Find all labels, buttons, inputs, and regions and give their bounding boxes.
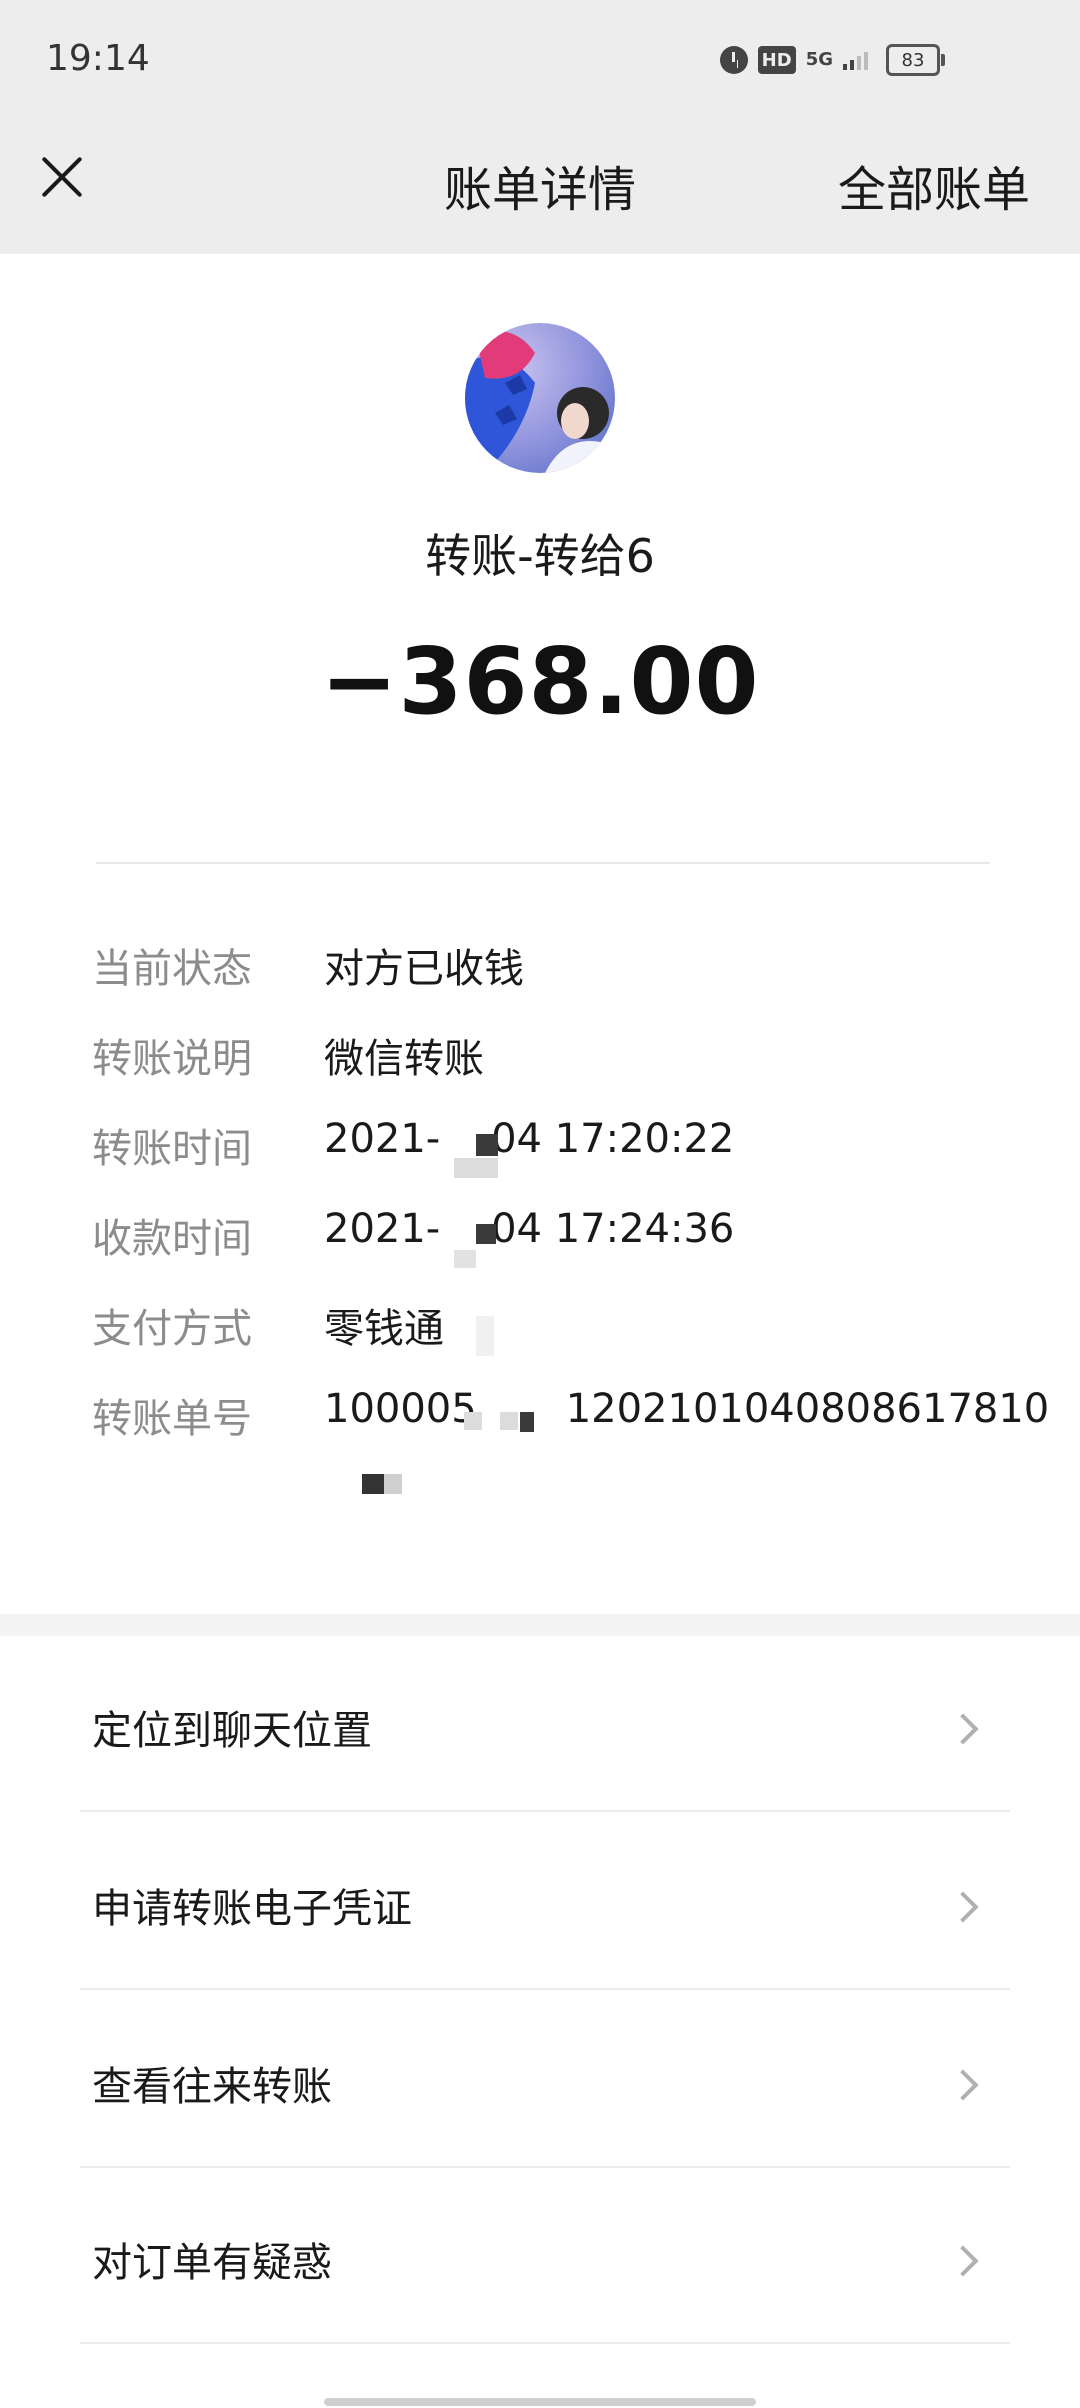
redaction-block <box>500 1412 518 1430</box>
hd-icon: HD <box>757 46 796 74</box>
section-gap <box>0 1614 1080 1636</box>
status-icons: HD 5G 83 <box>719 44 945 76</box>
top-bar: 19:14 HD 5G 83 账单详情 全部账单 <box>0 0 1080 254</box>
divider <box>80 1810 1010 1812</box>
menu-locate-chat[interactable]: 定位到聊天位置 <box>80 1636 1010 1812</box>
signal-icon <box>843 50 868 70</box>
battery-icon: 83 <box>886 44 945 76</box>
detail-label: 转账时间 <box>92 1126 252 1172</box>
network-5g-icon: 5G <box>805 49 833 70</box>
redaction-block <box>454 1250 476 1268</box>
redaction-block <box>454 1158 498 1178</box>
menu-order-question[interactable]: 对订单有疑惑 <box>80 2168 1010 2344</box>
all-bills-button[interactable]: 全部账单 <box>838 150 1030 220</box>
detail-label: 收款时间 <box>92 1216 252 1262</box>
redaction-block <box>520 1412 534 1432</box>
chevron-right-icon <box>947 2069 979 2101</box>
avatar-image <box>465 323 615 473</box>
menu-request-e-voucher[interactable]: 申请转账电子凭证 <box>80 1814 1010 1990</box>
detail-value: 对方已收钱 <box>324 946 524 992</box>
transfer-amount: −368.00 <box>320 628 760 735</box>
detail-label: 转账单号 <box>92 1396 252 1442</box>
detail-label: 转账说明 <box>92 1036 252 1082</box>
network-label: 5G <box>805 49 833 70</box>
divider <box>80 2342 1010 2344</box>
redaction-block <box>476 1134 498 1156</box>
detail-label: 支付方式 <box>92 1306 252 1352</box>
redaction-block <box>476 1316 494 1356</box>
menu-label: 申请转账电子凭证 <box>92 1886 412 1932</box>
redaction-block <box>362 1474 384 1494</box>
detail-label: 当前状态 <box>92 946 252 992</box>
detail-value: 微信转账 <box>324 1036 484 1082</box>
detail-value: 2021- 04 17:20:22 <box>324 1116 735 1162</box>
detail-value: 100005 1202101040808617810 <box>324 1386 1050 1432</box>
chevron-right-icon <box>947 1713 979 1745</box>
menu-label: 定位到聊天位置 <box>92 1708 372 1754</box>
avatar <box>465 323 615 473</box>
menu-label: 对订单有疑惑 <box>92 2240 332 2286</box>
redaction-block <box>384 1474 402 1494</box>
battery-level: 83 <box>901 49 925 71</box>
detail-value: 2021- 04 17:24:36 <box>324 1206 735 1252</box>
redaction-block <box>464 1412 482 1430</box>
divider <box>80 1988 1010 1990</box>
chevron-right-icon <box>947 2245 979 2277</box>
menu-label: 查看往来转账 <box>92 2064 332 2110</box>
transfer-title: 转账-转给6 <box>425 529 655 583</box>
status-time: 19:14 <box>46 38 150 79</box>
divider <box>96 862 990 864</box>
chevron-right-icon <box>947 1891 979 1923</box>
redaction-block <box>476 1224 496 1244</box>
menu-view-transfers[interactable]: 查看往来转账 <box>80 1992 1010 2168</box>
alarm-icon <box>719 46 748 74</box>
detail-value: 零钱通 <box>324 1306 444 1352</box>
home-indicator[interactable] <box>324 2398 756 2406</box>
